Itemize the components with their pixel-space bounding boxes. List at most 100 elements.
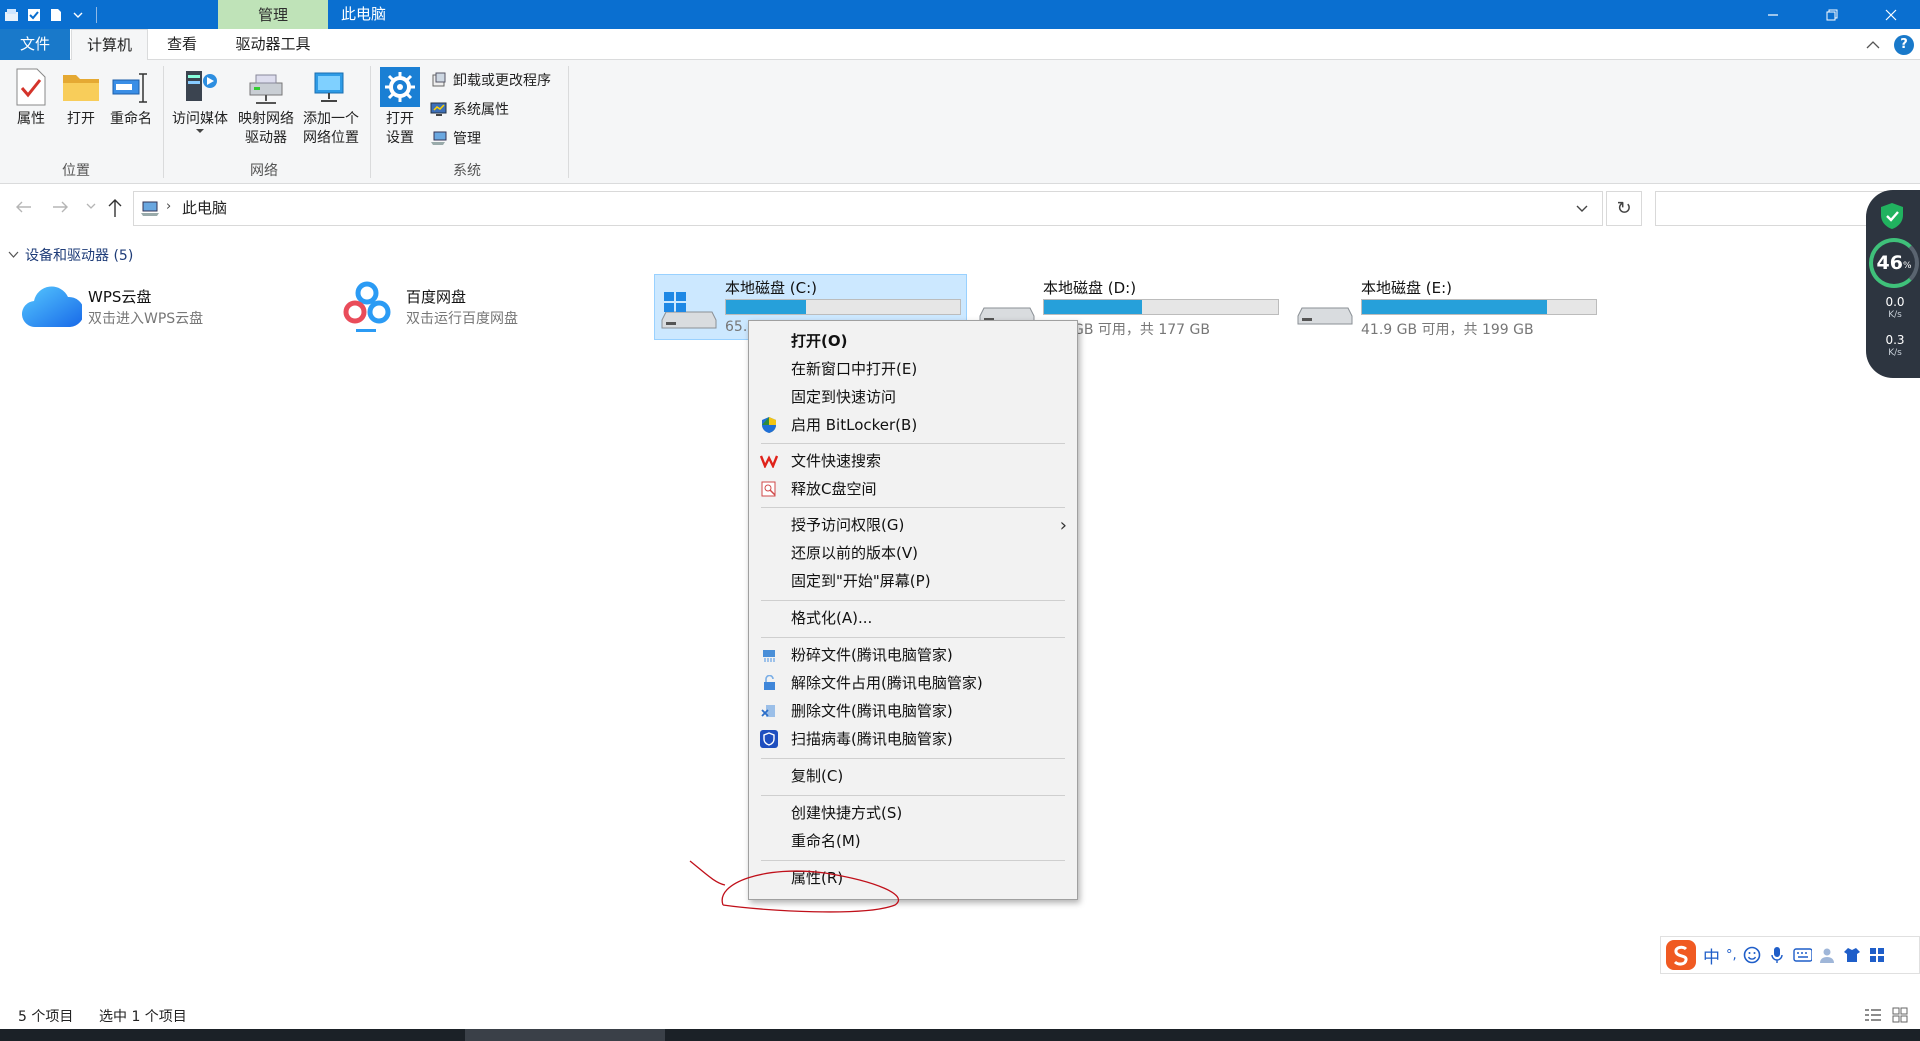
refresh-button[interactable]: ↻ — [1606, 191, 1642, 226]
open-settings-button[interactable]: 打开 设置 — [376, 67, 424, 148]
chevron-down-icon[interactable] — [70, 7, 86, 23]
ribbon-group-divider — [163, 66, 164, 178]
tab-drive-tools[interactable]: 驱动器工具 — [218, 29, 328, 60]
item-baidu-netdisk[interactable]: 百度网盘 双击运行百度网盘 — [338, 274, 638, 340]
new-folder-icon[interactable] — [48, 7, 64, 23]
drive-usage-bar — [725, 299, 961, 315]
ime-punctuation-toggle[interactable]: °, — [1726, 948, 1737, 963]
devices-group-header[interactable]: 设备和驱动器 (5) — [8, 245, 133, 265]
sogou-logo-icon[interactable] — [1665, 939, 1697, 971]
recent-locations-chevron-icon[interactable] — [86, 201, 96, 211]
details-view-icon[interactable] — [1864, 1008, 1882, 1022]
drive-usage-bar — [1361, 299, 1597, 315]
back-arrow-icon[interactable] — [14, 199, 32, 215]
network-group-label: 网络 — [250, 163, 278, 179]
window-controls — [1743, 0, 1920, 29]
rename-button[interactable]: 重命名 — [106, 67, 156, 129]
forward-arrow-icon[interactable] — [52, 199, 70, 215]
explorer-app-icon[interactable] — [4, 7, 20, 23]
user-account-icon[interactable] — [1818, 946, 1837, 965]
unlock-file-icon — [760, 674, 778, 692]
breadcrumb-chevron-icon[interactable]: › — [166, 199, 171, 214]
tab-computer[interactable]: 计算机 — [71, 29, 148, 61]
menu-item-rename[interactable]: 重命名(M) — [749, 827, 1077, 855]
skin-shirt-icon[interactable] — [1843, 946, 1862, 965]
ime-toolbar: 中 °, — [1660, 936, 1920, 974]
menu-item-grant-access[interactable]: 授予访问权限(G) › — [749, 511, 1077, 539]
menu-item-unlock-file[interactable]: 解除文件占用(腾讯电脑管家) — [749, 669, 1077, 697]
address-dropdown-chevron-icon[interactable] — [1576, 202, 1588, 214]
breadcrumb-this-pc[interactable]: 此电脑 — [182, 192, 227, 225]
menu-item-delete-file[interactable]: 删除文件(腾讯电脑管家) — [749, 697, 1077, 725]
computer-manage-icon — [430, 129, 448, 147]
quick-access-toolbar — [0, 0, 97, 29]
menu-item-pin-quick-access[interactable]: 固定到快速访问 — [749, 383, 1077, 411]
status-bar: 5 个项目 选中 1 个项目 — [0, 1000, 1920, 1029]
menu-item-format[interactable]: 格式化(A)... — [749, 604, 1077, 632]
disk-clean-icon — [760, 480, 778, 498]
menu-item-open[interactable]: 打开(O) — [749, 327, 1077, 355]
drive-usage-fill — [726, 300, 806, 314]
properties-check-icon[interactable] — [26, 7, 42, 23]
percent-unit: % — [1902, 261, 1912, 271]
address-bar[interactable]: › 此电脑 — [133, 191, 1603, 226]
manage-button[interactable]: 管理 — [430, 127, 481, 149]
properties-button[interactable]: 属性 — [10, 67, 52, 129]
map-network-drive-button[interactable]: 映射网络 驱动器 — [234, 67, 298, 148]
item-subtitle: 41.9 GB 可用，共 199 GB — [1361, 322, 1534, 338]
access-media-label: 访问媒体 — [172, 111, 228, 127]
item-subtitle: GB 可用，共 177 GB — [1073, 322, 1210, 338]
manage-label: 管理 — [453, 131, 481, 147]
annotation-circle — [689, 860, 900, 913]
keyboard-icon[interactable] — [1792, 946, 1812, 965]
drive-usage-fill — [1362, 300, 1547, 314]
menu-item-scan-virus[interactable]: 扫描病毒(腾讯电脑管家) — [749, 725, 1077, 753]
manage-context-tab[interactable]: 管理 — [218, 0, 328, 29]
properties-icon — [11, 67, 51, 107]
access-media-button[interactable]: 访问媒体 — [168, 67, 232, 134]
up-arrow-icon[interactable] — [107, 198, 123, 218]
wps-cloud-icon — [22, 286, 82, 328]
uninstall-program-button[interactable]: 卸载或更改程序 — [430, 69, 551, 91]
help-icon[interactable]: ? — [1894, 34, 1914, 55]
menu-separator — [761, 637, 1065, 638]
system-monitor-widget[interactable]: 46% 0.0 K/s 0.3 K/s — [1866, 190, 1920, 378]
menu-item-shred-file[interactable]: 粉碎文件(腾讯电脑管家) — [749, 641, 1077, 669]
add-network-location-button[interactable]: 添加一个 网络位置 — [298, 67, 364, 148]
system-properties-button[interactable]: 系统属性 — [430, 98, 509, 120]
item-name: 本地磁盘 (D:) — [1043, 279, 1137, 297]
taskbar-active-app[interactable] — [465, 1029, 665, 1041]
restore-icon — [1826, 9, 1837, 20]
menu-separator — [761, 758, 1065, 759]
menu-item-restore-previous[interactable]: 还原以前的版本(V) — [749, 539, 1077, 567]
menu-item-quick-search[interactable]: 文件快速搜索 — [749, 447, 1077, 475]
microphone-icon[interactable] — [1768, 946, 1787, 965]
open-button[interactable]: 打开 — [60, 67, 102, 129]
menu-item-create-shortcut[interactable]: 创建快捷方式(S) — [749, 799, 1077, 827]
chevron-down-icon — [8, 251, 19, 258]
menu-item-pin-start[interactable]: 固定到"开始"屏幕(P) — [749, 567, 1077, 595]
menu-item-bitlocker[interactable]: 启用 BitLocker(B) — [749, 411, 1077, 439]
toolbox-grid-icon[interactable] — [1868, 946, 1887, 965]
menu-separator — [761, 600, 1065, 601]
menu-item-free-c-drive[interactable]: 释放C盘空间 — [749, 475, 1077, 503]
menu-item-copy[interactable]: 复制(C) — [749, 762, 1077, 790]
item-wps-cloud[interactable]: WPS云盘 双击进入WPS云盘 — [20, 274, 320, 340]
collapse-ribbon-icon[interactable] — [1866, 40, 1880, 50]
tab-file[interactable]: 文件 — [0, 29, 70, 60]
large-icons-view-icon[interactable] — [1892, 1007, 1908, 1023]
menu-item-open-new-window[interactable]: 在新窗口中打开(E) — [749, 355, 1077, 383]
tab-view[interactable]: 查看 — [152, 29, 212, 60]
emoji-icon[interactable] — [1743, 946, 1762, 965]
restore-button[interactable] — [1802, 0, 1861, 29]
system-drive-icon — [661, 292, 717, 329]
map-network-label-1: 映射网络 — [238, 111, 294, 127]
ime-language-toggle[interactable]: 中 — [1703, 943, 1720, 968]
location-group-label: 位置 — [62, 163, 90, 179]
item-local-disk-e[interactable]: 本地磁盘 (E:) 41.9 GB 可用，共 199 GB — [1290, 274, 1603, 340]
ribbon-group-divider — [370, 66, 371, 178]
minimize-button[interactable] — [1743, 0, 1802, 29]
item-name: WPS云盘 — [88, 288, 152, 306]
close-button[interactable] — [1861, 0, 1920, 29]
item-name: 百度网盘 — [406, 288, 467, 306]
